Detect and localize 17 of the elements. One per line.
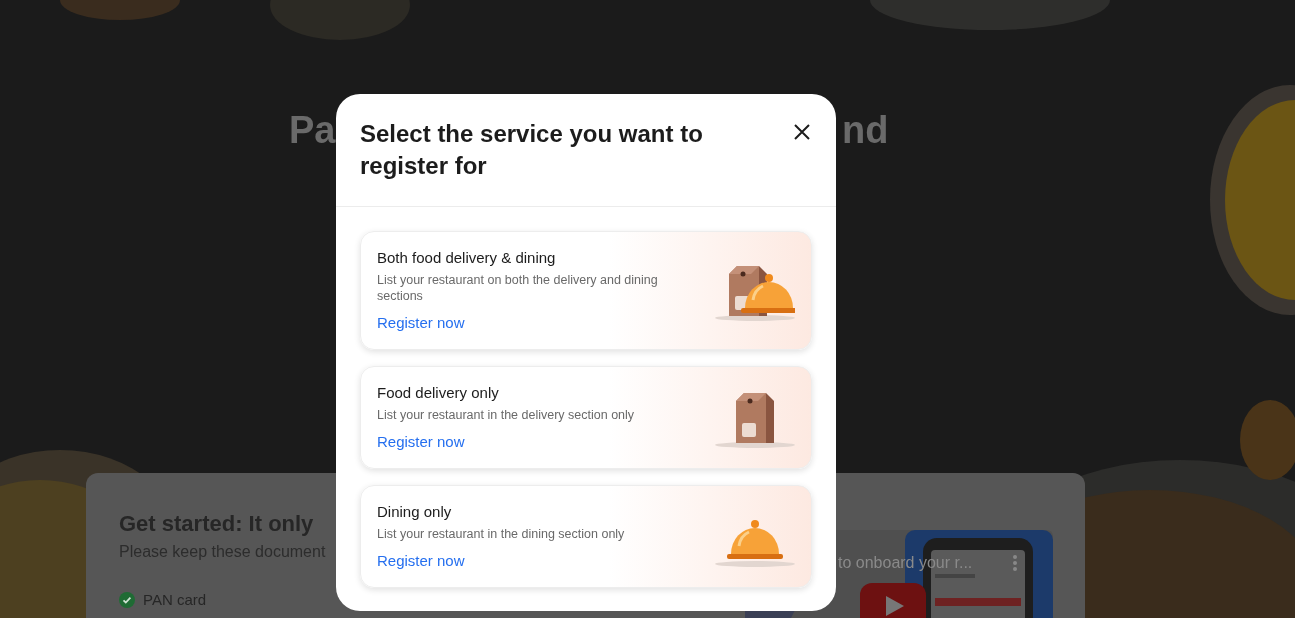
service-description: List your restaurant in the dining section only [377, 526, 626, 542]
service-title: Food delivery only [377, 384, 500, 402]
service-description: List your restaurant in the delivery section only [377, 407, 636, 423]
play-button[interactable] [860, 583, 926, 618]
menu-icon[interactable] [1012, 554, 1018, 572]
service-title: Both food delivery & dining [377, 249, 557, 267]
modal-title: Select the service you want to register for [360, 119, 704, 181]
register-link[interactable]: Register now [377, 551, 465, 571]
service-title: Dining only [377, 503, 453, 521]
register-link[interactable]: Register now [377, 432, 465, 452]
register-link[interactable]: Register now [377, 313, 465, 333]
service-card[interactable]: Both food delivery & dining List your restaurant on both the delivery and dining sections Register now [360, 231, 812, 350]
service-description: List your restaurant on both the delivery and dining sections [377, 272, 659, 304]
page-heading: nd [842, 108, 889, 153]
service-card[interactable]: Food delivery only List your restaurant in the delivery section only Register now [360, 366, 812, 469]
page-heading: Pa [289, 108, 336, 153]
service-card[interactable]: Dining only List your restaurant in the dining section only Register now [360, 485, 812, 588]
